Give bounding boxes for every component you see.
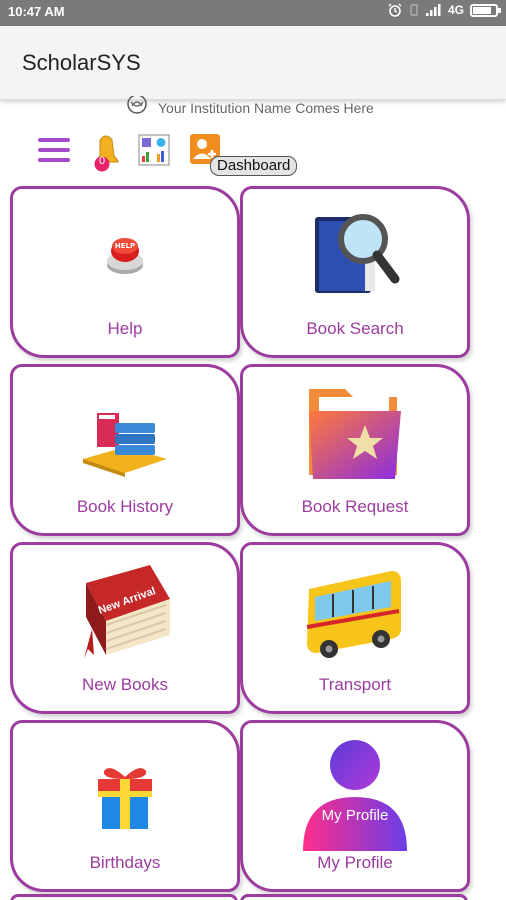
tile-book-history[interactable]: Book History (10, 364, 240, 536)
new-arrival-book-icon (72, 559, 178, 673)
tile-next-row-left (10, 894, 238, 900)
notification-count-badge: 0 (99, 155, 106, 167)
status-bar: 10:47 AM 4G (0, 0, 506, 26)
tile-book-search[interactable]: Book Search (240, 186, 470, 358)
tile-label: New Books (82, 675, 168, 694)
tile-label: Book Search (306, 319, 404, 338)
battery-level (473, 6, 491, 14)
tile-label: Book History (76, 497, 174, 516)
tile-my-profile[interactable]: My Profile My Profile (240, 720, 470, 892)
gift-icon (94, 761, 156, 835)
battery-icon (470, 3, 501, 17)
reports-button[interactable] (138, 134, 170, 166)
tile-label: Birthdays (89, 853, 161, 872)
tile-label: Book Request (301, 497, 409, 516)
chart-grid-icon (138, 134, 170, 166)
tile-label: My Profile (317, 853, 393, 872)
app-title: ScholarSYS (22, 50, 141, 75)
signal-icon (425, 4, 441, 16)
profile-icon-caption: My Profile (321, 807, 389, 824)
app-bar: ScholarSYS (0, 26, 506, 100)
institution-logo-icon (127, 96, 147, 114)
alarm-icon (388, 3, 402, 17)
bus-icon (303, 567, 407, 665)
institution-name: Your Institution Name Comes Here (158, 100, 374, 116)
tile-book-request[interactable]: Book Request (240, 364, 470, 536)
vibrate-icon (410, 4, 418, 16)
dashboard-tooltip: Dashboard (210, 156, 298, 176)
menu-icon[interactable] (38, 138, 70, 164)
svg-text:HELP: HELP (115, 242, 135, 250)
tile-next-row-right (240, 894, 468, 900)
folder-star-icon (305, 381, 405, 489)
book-search-icon (309, 203, 401, 307)
institution-header: Your Institution Name Comes Here (120, 96, 374, 120)
bell-icon (94, 135, 119, 172)
help-button-icon: HELP (103, 231, 147, 283)
dashboard-toolbar: 0 Dashboard (0, 128, 506, 178)
tile-birthdays[interactable]: Birthdays (10, 720, 240, 892)
tile-transport[interactable]: Transport (240, 542, 470, 714)
profile-icon (299, 739, 411, 855)
tile-help[interactable]: HELP Help (10, 186, 240, 358)
tile-new-books[interactable]: New Arrival New Books (10, 542, 240, 714)
dashboard-grid: HELP Help Book Search Book History Book … (0, 178, 506, 900)
network-type: 4G (447, 3, 464, 17)
book-stack-icon (79, 403, 171, 483)
tile-label: Help (107, 319, 143, 338)
status-icons: 4G (388, 3, 501, 17)
notifications-button[interactable]: 0 (90, 134, 122, 172)
tile-label: Transport (318, 675, 392, 694)
status-time: 10:47 AM (8, 4, 65, 19)
